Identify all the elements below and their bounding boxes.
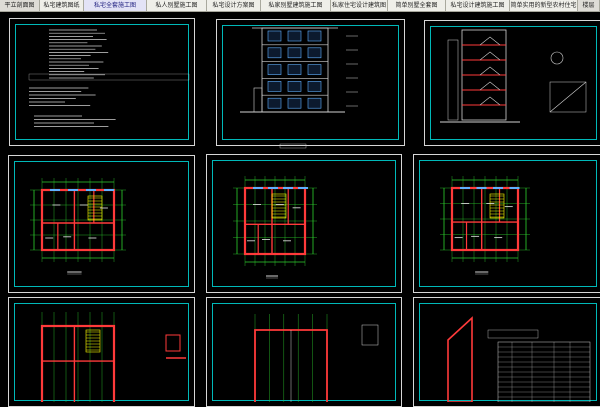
window — [307, 97, 322, 109]
window — [307, 64, 322, 75]
stair-flight — [479, 96, 501, 106]
stairwell — [271, 193, 287, 219]
side-wing — [253, 87, 263, 113]
window — [307, 47, 322, 59]
window — [267, 30, 282, 42]
window — [287, 97, 302, 109]
detail-callout — [550, 51, 564, 65]
stair-flight — [479, 51, 501, 61]
left-wall — [447, 39, 459, 121]
window — [307, 81, 322, 92]
window — [267, 81, 282, 92]
table-title — [487, 329, 539, 339]
title-mark — [279, 143, 307, 149]
stair-flight — [479, 36, 501, 46]
ramp-detail — [447, 316, 473, 402]
window — [267, 47, 282, 59]
stairwell — [489, 193, 505, 219]
window — [307, 30, 322, 42]
roof-detail — [361, 324, 379, 346]
window — [267, 64, 282, 75]
stair-flight — [479, 66, 501, 76]
detail-box — [165, 334, 181, 352]
stair-flight — [479, 81, 501, 91]
window — [287, 30, 302, 42]
window — [287, 47, 302, 59]
window — [287, 81, 302, 92]
stair-detail-line — [549, 81, 587, 113]
drawing-canvas — [28, 27, 591, 402]
window — [287, 64, 302, 75]
window — [267, 97, 282, 109]
